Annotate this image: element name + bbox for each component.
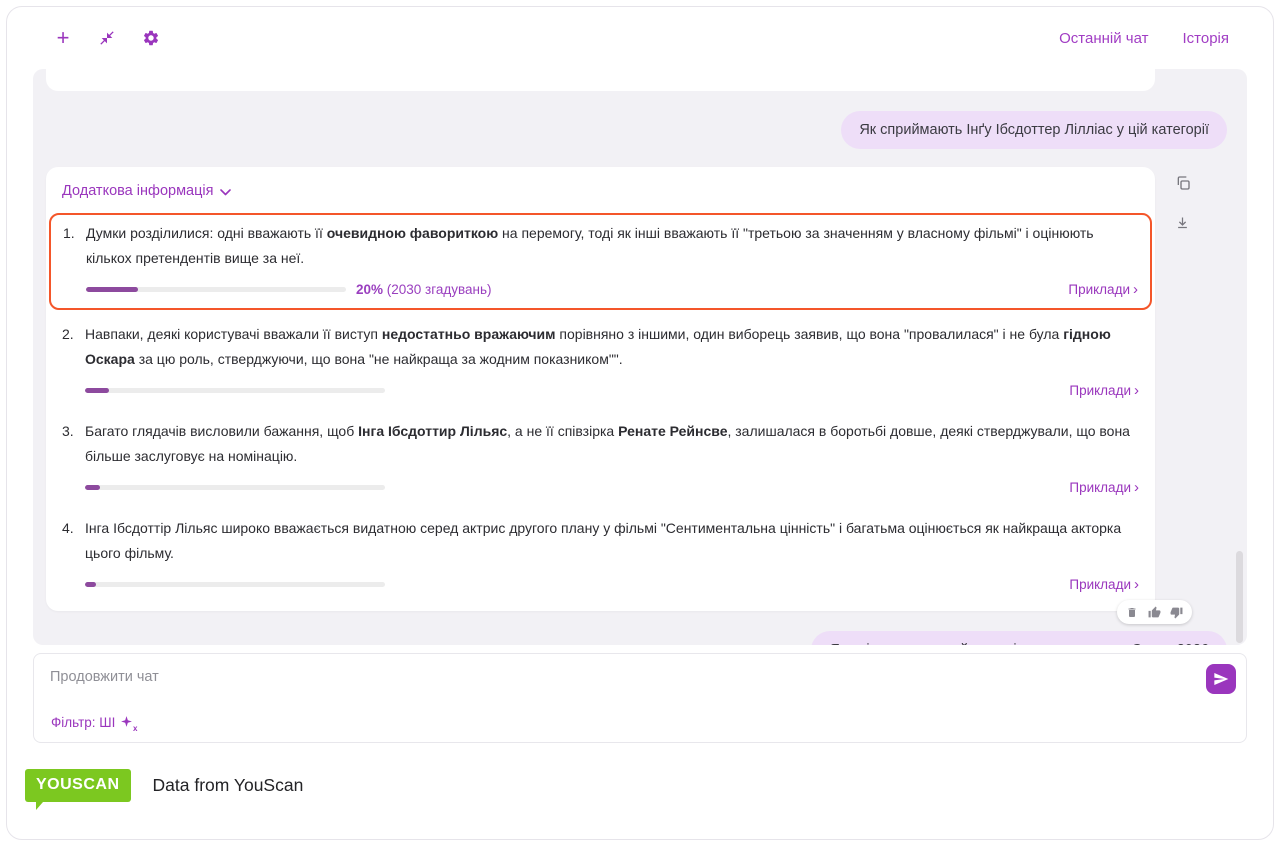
mentions-bar (85, 388, 385, 393)
insight-item: 2. Навпаки, деякі користувачі вважали її… (62, 322, 1139, 399)
sparkle-x-icon: x (120, 715, 135, 730)
user-message-bubble: Як сприймають Інґу Ібсдоттер Лілліас у ц… (841, 111, 1227, 149)
thumbs-up-icon[interactable] (1148, 606, 1161, 619)
insight-item-number: 2. (62, 322, 78, 399)
message-actions-pill (1117, 600, 1192, 624)
footer: YOUSCAN Data from YouScan (7, 743, 1273, 802)
mentions-bar (86, 287, 346, 292)
youscan-logo: YOUSCAN (25, 769, 131, 802)
mentions-bar-fill (85, 582, 96, 587)
last-chat-link[interactable]: Останній чат (1059, 30, 1148, 47)
examples-link[interactable]: Приклади› (1068, 277, 1138, 302)
mentions-bar-fill (86, 287, 138, 292)
settings-button[interactable] (141, 28, 161, 48)
examples-link[interactable]: Приклади› (1069, 475, 1139, 500)
examples-link[interactable]: Приклади› (1069, 378, 1139, 403)
delete-icon[interactable] (1126, 606, 1139, 619)
mentions-bar (85, 485, 385, 490)
chat-widget-frame: + Останній чат Історія Як сприймають Інґ… (6, 6, 1274, 840)
mentions-bar (85, 582, 385, 587)
thumbs-down-icon[interactable] (1170, 606, 1183, 619)
history-link[interactable]: Історія (1182, 30, 1229, 47)
scrollbar-thumb[interactable] (1236, 551, 1243, 643)
mentions-bar-fill (85, 388, 109, 393)
send-button[interactable] (1206, 664, 1236, 694)
toolbar: + Останній чат Історія (7, 7, 1273, 69)
footer-caption: Data from YouScan (153, 775, 304, 796)
insight-item: 3. Багато глядачів висловили бажання, що… (62, 419, 1139, 496)
insight-item: 1. Думки розділилися: одні вважають її о… (63, 221, 1138, 298)
collapse-button[interactable] (97, 28, 117, 48)
copy-icon[interactable] (1175, 175, 1191, 191)
collapse-icon (99, 30, 115, 46)
insight-item-text: Інга Ібсдоттір Лільяс широко вважається … (85, 516, 1139, 566)
user-message-bubble: Яка вікова група найактивніше говорить п… (811, 631, 1227, 645)
chat-input[interactable] (50, 669, 950, 685)
insight-item-text: Багато глядачів висловили бажання, щоб І… (85, 419, 1139, 469)
card-section-title: Додаткова інформація (62, 183, 213, 199)
plus-icon: + (57, 28, 70, 48)
previous-message-card-partial (46, 69, 1155, 91)
send-icon (1213, 671, 1229, 687)
insight-item-text: Навпаки, деякі користувачі вважали її ви… (85, 322, 1139, 372)
mentions-bar-fill (85, 485, 100, 490)
insight-item-text: Думки розділилися: одні вважають її очев… (86, 221, 1138, 271)
insight-item: 4. Інга Ібсдоттір Лільяс широко вважаєть… (62, 516, 1139, 593)
insight-item-number: 4. (62, 516, 78, 593)
ai-filter-label: Фільтр: ШІ (51, 715, 115, 730)
chevron-down-icon (220, 189, 231, 196)
assistant-response-card: Додаткова інформація 1. Думки розділилис… (46, 167, 1155, 611)
card-section-toggle[interactable]: Додаткова інформація (62, 183, 1139, 199)
message-tools (1175, 175, 1191, 231)
insight-item-number: 1. (63, 221, 79, 298)
download-icon[interactable] (1175, 215, 1191, 231)
ai-filter-chip[interactable]: Фільтр: ШІ x (51, 715, 135, 730)
insight-item-number: 3. (62, 419, 78, 496)
gear-icon (142, 29, 160, 47)
examples-link[interactable]: Приклади› (1069, 572, 1139, 597)
highlighted-insight-box: 1. Думки розділилися: одні вважають її о… (49, 213, 1152, 310)
new-chat-button[interactable]: + (53, 28, 73, 48)
insight-list: 1. Думки розділилися: одні вважають її о… (62, 213, 1139, 593)
composer: Фільтр: ШІ x (33, 653, 1247, 743)
chat-scroll-area: Як сприймають Інґу Ібсдоттер Лілліас у ц… (33, 69, 1247, 645)
mentions-stat: 20% (2030 згадувань) (356, 277, 492, 302)
